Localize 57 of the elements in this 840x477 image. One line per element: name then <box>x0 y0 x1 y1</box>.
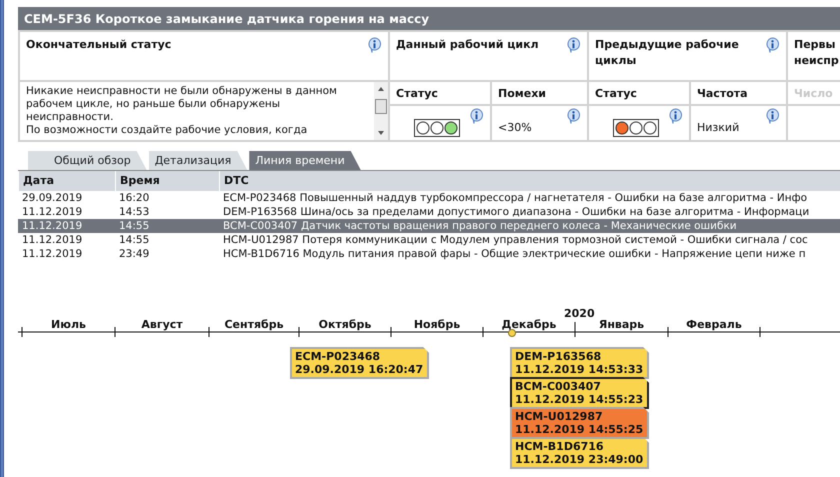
tab[interactable]: Детализация <box>148 151 248 170</box>
table-cell-text: 11.12.2019 <box>21 220 84 232</box>
table-cell-text: 16:20 <box>118 192 150 204</box>
event-card[interactable]: HCM-U012987 11.12.2019 14:55:25 <box>510 407 650 439</box>
event-card[interactable]: BCM-C003407 11.12.2019 14:55:23 <box>510 377 650 409</box>
status-description: Никакие неисправности не были обнаружены в данном рабочем цикле, но раньше были обнаружены неисправности. По возможности создайте рабочие условия, когда <box>25 84 338 138</box>
month-label: Февраль <box>686 318 742 331</box>
table-cell-text: 11.12.2019 <box>21 234 84 246</box>
tab[interactable]: Линия времени <box>249 151 361 170</box>
header-title: CEM-5F36 Короткое замыкание датчика горения на массу <box>18 7 840 30</box>
traffic-light-icon <box>613 119 659 137</box>
info-icon[interactable] <box>765 108 780 124</box>
traffic-light-icon <box>414 119 460 137</box>
table-row[interactable]: 11.12.2019 14:55 BCM-C003407 Датчик частоты вращения правого переднего колеса - Механические ошибки <box>18 219 840 233</box>
month-label: Июль <box>51 318 86 331</box>
column-label: Статус <box>396 87 438 100</box>
column-heading: Первы неиспр <box>794 37 839 69</box>
month-label: Ноябрь <box>414 318 460 331</box>
month-label: Декабрь <box>502 318 556 331</box>
column-heading: Предыдущие рабочие циклы <box>595 37 740 69</box>
info-icon[interactable] <box>566 37 581 53</box>
event-card[interactable]: ECM-P023468 29.09.2019 16:20:47 <box>290 347 430 379</box>
table-cell-text: 11.12.2019 <box>21 206 84 218</box>
month-label: Январь <box>598 318 644 331</box>
month-label: Октябрь <box>318 318 372 331</box>
table-cell-text: ECM-P023468 Повышенный наддув турбокомпрессора / нагнетателя - Ошибки на базе алгоритма - Инфо <box>222 192 808 204</box>
column-label: Частота <box>697 87 748 100</box>
column-label: Статус <box>595 87 637 100</box>
table-cell-text: BCM-C003407 Датчик частоты вращения правого переднего колеса - Механические ошибки <box>222 220 738 232</box>
event-card[interactable]: HCM-B1D6716 11.12.2019 23:49:00 <box>510 437 650 469</box>
info-icon[interactable] <box>367 37 382 53</box>
table-cell-text: DEM-P163568 Шина/ось за пределами допустимого диапазона - Ошибки на базе алгоритма - Информаци <box>222 206 810 218</box>
column-value: Низкий <box>697 121 740 134</box>
table-cell-text: 29.09.2019 <box>21 192 84 204</box>
info-icon[interactable] <box>668 108 683 124</box>
current-date-marker <box>508 329 516 337</box>
column-label: Помехи <box>498 87 546 100</box>
column-heading: Данный рабочий цикл <box>396 37 539 53</box>
table-cell-text: 14:53 <box>118 206 150 218</box>
month-label: Август <box>141 318 183 331</box>
month-label: Сентябрь <box>224 318 284 331</box>
info-icon[interactable] <box>765 37 780 53</box>
table-cell-text: HCM-U012987 Потеря коммуникации с Модулем управления тормозной системой - Ошибки сигнала / сос <box>222 234 809 246</box>
table-cell-text: 23:49 <box>118 248 150 260</box>
column-value: <30% <box>498 121 532 134</box>
table-cell-text: 11.12.2019 <box>21 248 84 260</box>
table-cell-text: HCM-B1D6716 Модуль питания правой фары - Общие электрические ошибки - Напряжение цепи ниже п <box>222 248 807 260</box>
year-label: 2020 <box>564 307 595 320</box>
table-cell-text: 14:55 <box>118 220 150 232</box>
table-cell-text: 14:55 <box>118 234 150 246</box>
tab[interactable]: Общий обзор <box>28 151 147 170</box>
event-card[interactable]: DEM-P163568 11.12.2019 14:53:33 <box>510 347 650 379</box>
info-icon[interactable] <box>469 108 484 124</box>
info-icon[interactable] <box>566 108 581 124</box>
scrollbar[interactable] <box>374 82 388 140</box>
empty-value-cell <box>788 106 840 140</box>
column-heading: Окончательный статус <box>26 37 172 53</box>
